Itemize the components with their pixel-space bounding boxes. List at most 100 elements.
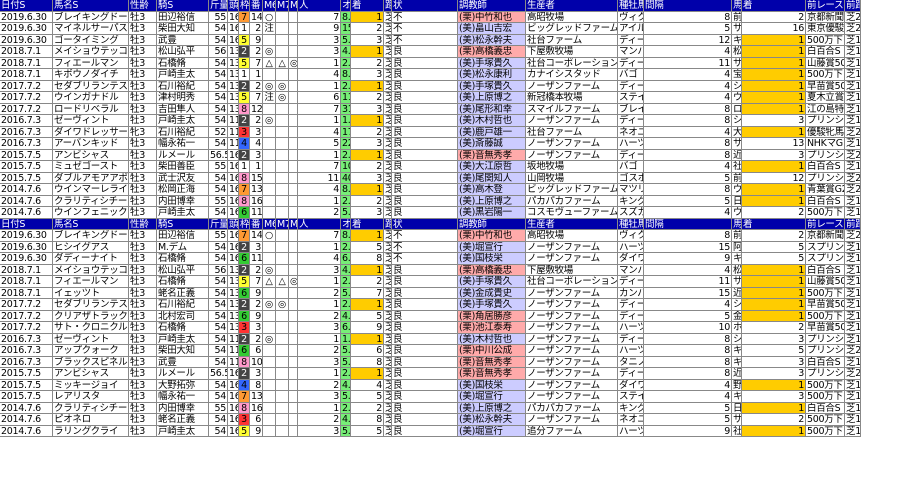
column-header[interactable]: 斤量 <box>209 218 228 230</box>
table-cell: 2 <box>742 207 806 219</box>
column-header[interactable]: 生産者 <box>526 218 618 230</box>
table-row[interactable]: 2019.6.30ブレイキングドーン牡3田辺裕信5516714○78.41芝18… <box>0 230 900 242</box>
table-row[interactable]: 2015.7.5アンビシャス牡3ルメール56.5162312.81芝1800良(… <box>0 149 900 161</box>
column-header[interactable]: 前レース名 <box>806 0 845 12</box>
table-row[interactable]: 2015.7.5ミュゼゴースト牡3柴田善臣551611710.22芝1800良(… <box>0 161 900 173</box>
column-header[interactable]: 馬名S <box>53 218 129 230</box>
table-row[interactable]: 2017.7.2ウインガナドル牡3津村明秀541357注◎611.92芝1800… <box>0 92 900 104</box>
column-header[interactable]: 日付S <box>0 218 53 230</box>
column-header[interactable]: 頭数 <box>228 218 239 230</box>
column-header[interactable]: 性齢 <box>129 0 157 12</box>
table-cell: 芝1800 <box>384 391 392 403</box>
table-row[interactable]: 2017.7.2セダブリランテス牡3石川裕紀541322◎◎12.91芝1800… <box>0 80 900 92</box>
table-row[interactable]: 2014.7.6ウインフェニックス牡3戸崎圭太541661125.23芝1800… <box>0 207 900 219</box>
column-header[interactable]: オッズ <box>341 218 351 230</box>
table-row[interactable]: 2018.7.1フィエールマン牡3石橋脩541357△△◎12.52芝1800良… <box>0 57 900 69</box>
table-row[interactable]: 2016.7.3ブラックスピネル牡3武豊541181035.58芝1800良(栗… <box>0 356 900 368</box>
column-header[interactable]: 性齢 <box>129 218 157 230</box>
table-cell: 1 <box>239 69 250 81</box>
table-cell: 芝1800 <box>845 34 861 46</box>
column-header[interactable]: 種牡馬 <box>618 0 644 12</box>
column-header[interactable]: 状 <box>392 218 458 230</box>
column-header[interactable]: M8 <box>289 218 298 230</box>
table-cell: 13 <box>228 310 239 322</box>
column-header[interactable]: 騎S <box>157 0 209 12</box>
column-header[interactable]: 馬主(最新/仮想) <box>732 218 742 230</box>
table-row[interactable]: 2014.7.6ウインマーレライ牡3松岡正海541671348.41芝1800良… <box>0 184 900 196</box>
column-header[interactable]: M7 <box>276 218 289 230</box>
column-header[interactable]: 斤量 <box>209 0 228 12</box>
column-header[interactable]: 前レース名 <box>806 218 845 230</box>
table-cell: 15 <box>644 287 732 299</box>
table-row[interactable]: 2014.7.6クラリティシチー牡3内田博幸551681612.92芝1800良… <box>0 402 900 414</box>
table-cell: 6 <box>250 345 263 357</box>
table-row[interactable]: 2017.7.2サト・クロニクル牡3石橋脩54133336.09芝1800良(栗… <box>0 322 900 334</box>
table-cell: 4 <box>644 126 732 138</box>
column-header[interactable]: M6 <box>263 0 276 12</box>
column-header[interactable]: 距離S <box>384 218 392 230</box>
column-header[interactable]: 馬主(最新/仮想) <box>732 0 742 12</box>
table-cell: 4 <box>298 69 341 81</box>
table-row[interactable]: 2019.6.30ゴータイミング牡3武豊54165935.73芝1800不(美)… <box>0 34 900 46</box>
column-header[interactable]: 騎S <box>157 218 209 230</box>
column-header[interactable]: 番 <box>250 0 263 12</box>
table-cell: 2.8 <box>341 368 351 380</box>
table-row[interactable]: 2018.7.1キボウノダイチ牡3戸崎圭太54131148.53芝1800良(美… <box>0 69 900 81</box>
table-row[interactable]: 2018.7.1メイショウテッコン牡3松山弘平561322◎34.21芝1800… <box>0 46 900 58</box>
table-row[interactable]: 2019.6.30ブレイキングドーン牡3田辺裕信5516714○78.41芝18… <box>0 11 900 23</box>
table-cell: ルメール <box>157 368 209 380</box>
table-row[interactable]: 2017.7.2セダブリランテス牡3石川裕紀541322◎◎12.91芝1800… <box>0 299 900 311</box>
table-cell: 13 <box>228 57 239 69</box>
column-header[interactable]: 馬名S <box>53 0 129 12</box>
table-row[interactable]: 2019.6.30マイネルサーパス牡3柴田大知541612注915.42芝180… <box>0 23 900 35</box>
column-header[interactable]: 前距離 <box>845 218 861 230</box>
column-header[interactable]: 距離S <box>384 0 392 12</box>
column-header[interactable]: 着 <box>742 0 806 12</box>
column-header[interactable]: 着 <box>351 218 384 230</box>
table-row[interactable]: 2016.7.3アップクォーク牡3柴田大知54116625.36芝1800良(栗… <box>0 345 900 357</box>
table-row[interactable]: 2016.7.3ゼーヴィント牡3戸崎圭太541122◎11.91芝1800良(美… <box>0 333 900 345</box>
table-row[interactable]: 2015.7.5レアリスタ牡3幅永祐一541671335.45芝1800良(美)… <box>0 391 900 403</box>
column-header[interactable]: 前距離 <box>845 0 861 12</box>
column-header[interactable]: 種牡馬 <box>618 218 644 230</box>
column-header[interactable]: 間隔 <box>644 0 732 12</box>
table-row[interactable]: 2015.7.5アンビシャス牡3ルメール56.5162312.81芝1800良(… <box>0 368 900 380</box>
table-cell: 500万下 <box>806 207 845 219</box>
table-row[interactable]: 2015.7.5ダブルアモアアポジー牡3武士沢友5416815 1140.83芝1… <box>0 172 900 184</box>
table-row[interactable]: 2018.7.1イェッツト牡3蛯名正義54136925.27芝1800良(美)金… <box>0 287 900 299</box>
column-header[interactable]: 着 <box>742 218 806 230</box>
table-row[interactable]: 2017.7.2クリアザトラック牡3北村宏司54136924.55芝1800良(… <box>0 310 900 322</box>
table-cell <box>263 34 276 46</box>
column-header[interactable]: オッズ <box>341 0 351 12</box>
table-row[interactable]: 2014.7.6ラリングクライ牡3戸崎圭太54165935.55芝1800良(美… <box>0 425 900 437</box>
table-row[interactable]: 2014.7.6ピオネロ牡3蛯名正義54163624.08芝1800良(美)松永… <box>0 414 900 426</box>
table-cell: 武豊 <box>157 34 209 46</box>
column-header[interactable]: M7 <box>276 0 289 12</box>
column-header[interactable]: 枠 <box>239 218 250 230</box>
column-header[interactable]: 人 <box>298 218 341 230</box>
table-row[interactable]: 2019.6.30ダディーナイト牡3石橋脩541661146.68芝1800不(… <box>0 253 900 265</box>
column-header[interactable]: M8 <box>289 0 298 12</box>
column-header[interactable]: 頭数 <box>228 0 239 12</box>
column-header[interactable]: 日付S <box>0 0 53 12</box>
column-header[interactable]: 人 <box>298 0 341 12</box>
column-header[interactable]: 調教師 <box>458 218 526 230</box>
table-row[interactable]: 2016.7.3ゼーヴィント牡3戸崎圭太541122◎11.91芝1800良(美… <box>0 115 900 127</box>
column-header[interactable]: 着 <box>351 0 384 12</box>
table-row[interactable]: 2017.7.2ロードリベラル牡3吉田隼人5413812731.03芝1800良… <box>0 103 900 115</box>
table-row[interactable]: 2016.7.3アーバンキッド牡3幅永祐一541144522.73芝1800良(… <box>0 138 900 150</box>
table-row[interactable]: 2016.7.3ダイワドレッサー牝3石川裕紀521133417.82芝1800良… <box>0 126 900 138</box>
table-row[interactable]: 2014.7.6クラリティシチー牡3内田博幸551681612.92芝1800良… <box>0 195 900 207</box>
table-cell: 11 <box>250 207 263 219</box>
column-header[interactable]: 状 <box>392 0 458 12</box>
column-header[interactable]: 番 <box>250 218 263 230</box>
column-header[interactable]: M6 <box>263 218 276 230</box>
column-header[interactable]: 枠 <box>239 0 250 12</box>
column-header[interactable]: 調教師 <box>458 0 526 12</box>
column-header[interactable]: 生産者 <box>526 0 618 12</box>
table-row[interactable]: 2015.7.5ミッキージョイ牡3大野拓弥54164824.64芝1800良(美… <box>0 379 900 391</box>
column-header[interactable]: 間隔 <box>644 218 732 230</box>
table-row[interactable]: 2018.7.1フィエールマン牡3石橋脩541357△△◎12.52芝1800良… <box>0 276 900 288</box>
table-row[interactable]: 2019.6.30ヒシイグアス牡3M.デム54162312.15芝1800不(美… <box>0 241 900 253</box>
table-row[interactable]: 2018.7.1メイショウテッコン牡3松山弘平561322◎34.21芝1800… <box>0 264 900 276</box>
